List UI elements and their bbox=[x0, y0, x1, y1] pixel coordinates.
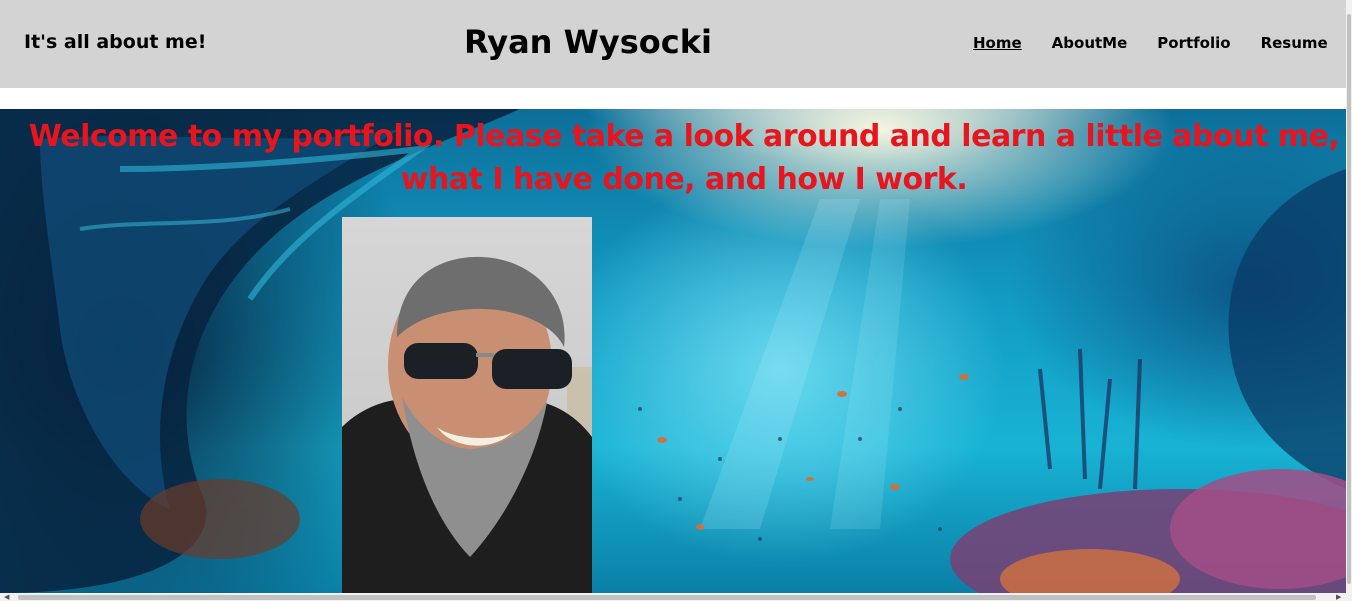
welcome-heading: Welcome to my portfolio. Please take a l… bbox=[28, 119, 1340, 197]
page: It's all about me! Ryan Wysocki Home Abo… bbox=[0, 0, 1352, 601]
vertical-scrollbar-thumb[interactable] bbox=[1347, 14, 1351, 584]
scroll-right-arrow-icon[interactable]: ▶ bbox=[1336, 593, 1341, 601]
main-nav: Home AboutMe Portfolio Resume bbox=[973, 34, 1328, 52]
nav-home-link[interactable]: Home bbox=[973, 34, 1022, 52]
nav-portfolio-link[interactable]: Portfolio bbox=[1157, 34, 1230, 52]
vertical-scrollbar[interactable] bbox=[1346, 0, 1352, 601]
horizontal-scrollbar[interactable]: ◀ ▶ bbox=[0, 593, 1346, 601]
hero-banner: Welcome to my portfolio. Please take a l… bbox=[0, 109, 1346, 593]
scroll-left-arrow-icon[interactable]: ◀ bbox=[4, 593, 9, 601]
site-header: It's all about me! Ryan Wysocki Home Abo… bbox=[0, 0, 1352, 88]
nav-resume-link[interactable]: Resume bbox=[1261, 34, 1328, 52]
nav-aboutme-link[interactable]: AboutMe bbox=[1052, 34, 1128, 52]
site-title: Ryan Wysocki bbox=[464, 23, 712, 61]
horizontal-scrollbar-thumb[interactable] bbox=[18, 595, 1316, 600]
tagline: It's all about me! bbox=[24, 31, 207, 53]
profile-photo bbox=[342, 217, 592, 593]
